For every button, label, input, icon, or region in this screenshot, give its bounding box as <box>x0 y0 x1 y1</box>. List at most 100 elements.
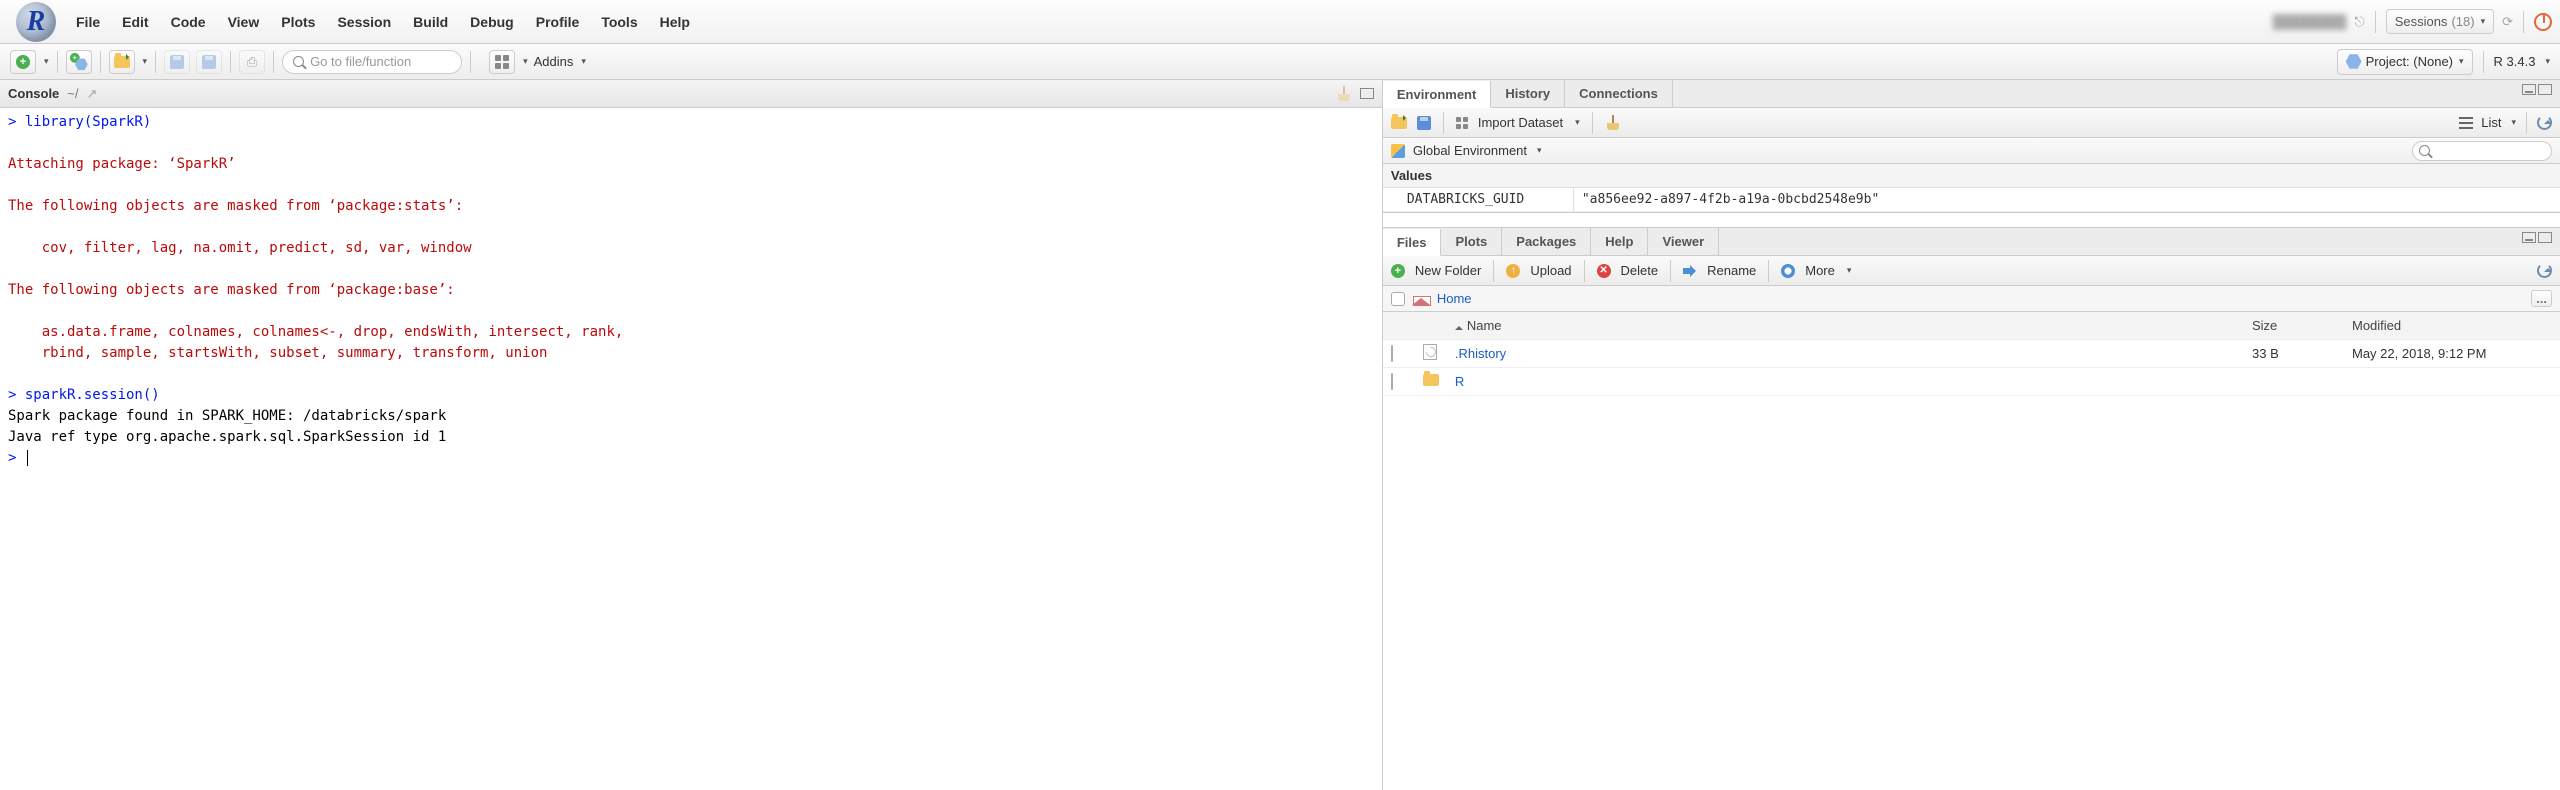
console-line <box>8 133 1374 154</box>
row-checkbox[interactable] <box>1391 345 1393 362</box>
col-size-header[interactable]: Size <box>2252 318 2342 333</box>
tab-connections[interactable]: Connections <box>1565 80 1673 107</box>
console-line: > sparkR.session() <box>8 385 1374 406</box>
signout-icon[interactable]: ⎋ <box>2354 14 2364 30</box>
menu-edit[interactable]: Edit <box>122 14 148 30</box>
env-section-values: Values <box>1383 164 2560 188</box>
console-line <box>8 259 1374 280</box>
console-line <box>8 301 1374 322</box>
file-name[interactable]: R <box>1455 374 2242 389</box>
clear-env-icon[interactable] <box>1605 115 1621 131</box>
refresh-session-icon[interactable]: ⟳ <box>2502 14 2513 30</box>
minimize-pane-icon[interactable] <box>2522 84 2536 95</box>
files-toolbar: + New Folder ↑ Upload ✕ Delete Rename Mo… <box>1383 256 2560 286</box>
menu-file[interactable]: File <box>76 14 100 30</box>
path-more-button[interactable]: ... <box>2531 290 2552 307</box>
menu-profile[interactable]: Profile <box>536 14 580 30</box>
r-version-dropdown[interactable]: R 3.4.3 <box>2494 54 2536 69</box>
console-output[interactable]: > library(SparkR) Attaching package: ‘Sp… <box>0 108 1382 790</box>
env-row[interactable]: DATABRICKS_GUID"a856ee92-a897-4f2b-a19a-… <box>1383 188 2560 212</box>
new-project-button[interactable]: + <box>66 50 92 74</box>
console-line <box>8 175 1374 196</box>
power-icon[interactable] <box>2534 13 2552 31</box>
console-prompt[interactable]: > <box>8 448 1374 469</box>
file-row[interactable]: R <box>1383 368 2560 396</box>
folder-icon <box>1423 374 1439 386</box>
addins-dropdown[interactable]: Addins <box>534 54 574 69</box>
env-view-dropdown[interactable]: List <box>2481 115 2501 130</box>
menu-view[interactable]: View <box>228 14 260 30</box>
file-size: 33 B <box>2252 346 2342 361</box>
tab-environment[interactable]: Environment <box>1383 81 1491 108</box>
new-folder-button[interactable]: New Folder <box>1415 263 1481 278</box>
minimize-pane-icon[interactable] <box>2522 232 2536 243</box>
delete-icon: ✕ <box>1597 264 1611 278</box>
file-row[interactable]: .Rhistory33 BMay 22, 2018, 9:12 PM <box>1383 340 2560 368</box>
files-tabs: FilesPlotsPackagesHelpViewer <box>1383 228 2560 256</box>
home-icon[interactable] <box>1413 292 1429 306</box>
search-placeholder: Go to file/function <box>310 54 411 69</box>
select-all-checkbox[interactable] <box>1391 292 1405 306</box>
file-name[interactable]: .Rhistory <box>1455 346 2242 361</box>
more-dropdown[interactable]: More <box>1805 263 1835 278</box>
col-name-header[interactable]: Name <box>1467 318 1502 333</box>
menu-build[interactable]: Build <box>413 14 448 30</box>
delete-button[interactable]: Delete <box>1621 263 1659 278</box>
refresh-icon[interactable] <box>2537 115 2552 130</box>
print-button[interactable]: ⎙ <box>239 50 265 74</box>
env-key: DATABRICKS_GUID <box>1383 188 1573 211</box>
menu-session[interactable]: Session <box>337 14 391 30</box>
refresh-icon[interactable] <box>2537 263 2552 278</box>
upload-button[interactable]: Upload <box>1530 263 1571 278</box>
tab-viewer[interactable]: Viewer <box>1648 228 1719 255</box>
maximize-pane-icon[interactable] <box>1360 88 1374 99</box>
console-line <box>8 364 1374 385</box>
save-workspace-icon[interactable] <box>1417 116 1431 130</box>
rename-button[interactable]: Rename <box>1707 263 1756 278</box>
tab-help[interactable]: Help <box>1591 228 1648 255</box>
load-workspace-icon[interactable] <box>1391 117 1407 129</box>
menu-plots[interactable]: Plots <box>281 14 315 30</box>
tab-plots[interactable]: Plots <box>1441 228 1502 255</box>
new-file-button[interactable] <box>10 50 36 74</box>
search-icon <box>2419 145 2430 156</box>
menu-tools[interactable]: Tools <box>601 14 637 30</box>
sort-asc-icon[interactable] <box>1455 322 1463 330</box>
sessions-dropdown[interactable]: Sessions (18) ▾ <box>2386 9 2494 34</box>
open-file-button[interactable] <box>109 50 135 74</box>
maximize-pane-icon[interactable] <box>2538 232 2552 243</box>
save-all-button[interactable] <box>196 50 222 74</box>
console-line <box>8 217 1374 238</box>
console-line: Spark package found in SPARK_HOME: /data… <box>8 406 1374 427</box>
row-checkbox[interactable] <box>1391 373 1393 390</box>
env-tabs: EnvironmentHistoryConnections <box>1383 80 2560 108</box>
tab-packages[interactable]: Packages <box>1502 228 1591 255</box>
user-name: ████████ <box>2273 14 2347 29</box>
menu-help[interactable]: Help <box>660 14 690 30</box>
panes-button[interactable] <box>489 50 515 74</box>
import-dataset-dropdown[interactable]: Import Dataset <box>1478 115 1563 130</box>
rename-icon <box>1683 265 1697 277</box>
goto-search-input[interactable]: Go to file/function <box>282 50 462 74</box>
console-line: Java ref type org.apache.spark.sql.Spark… <box>8 427 1374 448</box>
tab-files[interactable]: Files <box>1383 229 1442 256</box>
env-value: "a856ee92-a897-4f2b-a19a-0bcbd2548e9b" <box>1573 188 2560 211</box>
console-line: cov, filter, lag, na.omit, predict, sd, … <box>8 238 1374 259</box>
menu-code[interactable]: Code <box>171 14 206 30</box>
sessions-label: Sessions <box>2395 14 2448 29</box>
project-label: Project: (None) <box>2366 54 2453 69</box>
list-lines-icon <box>2459 117 2473 129</box>
clear-console-icon[interactable] <box>1336 86 1352 102</box>
env-search-input[interactable] <box>2412 141 2552 161</box>
col-modified-header[interactable]: Modified <box>2352 318 2552 333</box>
save-button[interactable] <box>164 50 190 74</box>
tab-history[interactable]: History <box>1491 80 1565 107</box>
rstudio-logo: R <box>8 0 64 44</box>
env-scope-dropdown[interactable]: Global Environment <box>1413 143 1527 158</box>
breadcrumb-home[interactable]: Home <box>1437 291 1472 306</box>
project-dropdown[interactable]: Project: (None) ▾ <box>2337 49 2473 75</box>
popout-icon[interactable]: ↗ <box>87 86 98 102</box>
menu-debug[interactable]: Debug <box>470 14 514 30</box>
maximize-pane-icon[interactable] <box>2538 84 2552 95</box>
console-title: Console <box>8 86 59 101</box>
